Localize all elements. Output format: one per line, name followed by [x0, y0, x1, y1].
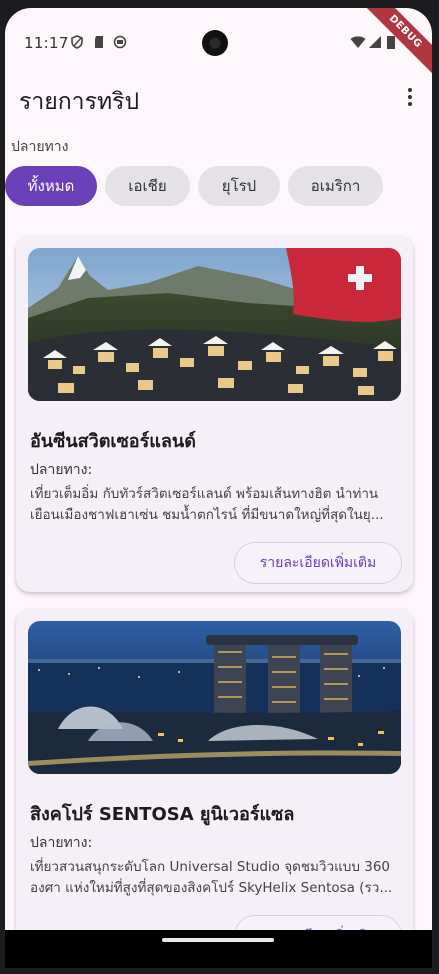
trip-title: สิงคโปร์ SENTOSA ยูนิเวอร์แซล — [30, 804, 295, 825]
trip-description: เที่ยวสวนสนุกระดับโลก Universal Studio จ… — [30, 859, 393, 896]
region-filter-chips: ทั้งหมด เอเชีย ยุโรป อเมริกา — [5, 166, 383, 208]
wifi-icon — [350, 36, 366, 48]
device-frame: 11:17 DEBUG รายการทริป ปลายทาง ทั้งหมด เ… — [0, 0, 439, 974]
cellular-signal-icon — [369, 36, 381, 48]
home-gesture-handle[interactable] — [162, 938, 274, 942]
trip-image-switzerland — [28, 248, 401, 401]
app-screen: 11:17 DEBUG รายการทริป ปลายทาง ทั้งหมด เ… — [5, 8, 432, 968]
trip-image-singapore — [28, 621, 401, 774]
trip-destination-label: ปลายทาง: — [30, 462, 93, 478]
trip-description: เที่ยวเต็มอิ่ม กับทัวร์สวิตเซอร์แลนด์ พร… — [30, 486, 384, 523]
chip-america[interactable]: อเมริกา — [288, 166, 383, 206]
shield-icon — [71, 35, 83, 49]
chip-asia[interactable]: เอเชีย — [105, 166, 190, 206]
system-navigation-bar — [5, 930, 432, 968]
status-bar: 11:17 DEBUG — [5, 8, 432, 78]
sd-card-icon — [95, 36, 103, 48]
destination-filter-label: ปลายทาง — [11, 139, 69, 155]
battery-icon — [387, 36, 395, 49]
trip-card[interactable]: อันซีนสวิตเซอร์แลนด์ ปลายทาง: เที่ยวเต็ม… — [16, 236, 413, 592]
details-button[interactable]: รายละเอียดเพิ่มเติม — [234, 542, 402, 584]
android-debug-icon — [113, 35, 127, 49]
more-vert-icon[interactable] — [406, 88, 414, 108]
page-title: รายการทริป — [19, 89, 140, 115]
trip-card[interactable]: สิงคโปร์ SENTOSA ยูนิเวอร์แซล ปลายทาง: เ… — [16, 609, 413, 965]
chip-europe[interactable]: ยุโรป — [198, 166, 280, 206]
trip-destination-label: ปลายทาง: — [30, 835, 93, 851]
status-time: 11:17 — [24, 34, 69, 52]
chip-all[interactable]: ทั้งหมด — [5, 166, 97, 206]
trip-title: อันซีนสวิตเซอร์แลนด์ — [30, 431, 196, 452]
front-camera — [202, 30, 228, 56]
